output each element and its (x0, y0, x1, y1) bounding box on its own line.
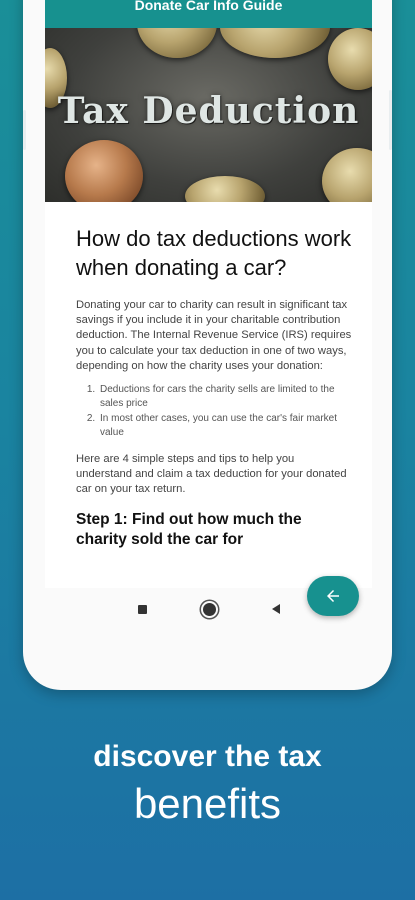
hero-image-text: Tax Deduction (57, 90, 360, 132)
article-intro: Donating your car to charity can result … (76, 299, 352, 372)
coin-image (220, 28, 330, 58)
list-item: In most other cases, you can use the car… (98, 412, 352, 439)
deduction-list: Deductions for cars the charity sells ar… (98, 383, 352, 439)
article-content: How do tax deductions work when donating… (45, 202, 372, 550)
phone-side-button (389, 90, 392, 150)
app-bar-title: Donate Car Info Guide (45, 0, 372, 28)
step-heading: Step 1: Find out how much the charity so… (76, 510, 302, 548)
square-recents-icon[interactable] (137, 604, 147, 614)
coin-image (322, 148, 372, 202)
back-fab-button[interactable] (307, 576, 359, 616)
phone-side-button (23, 110, 26, 150)
app-screen: Donate Car Info Guide Tax Deduction How … (45, 0, 372, 588)
arrow-left-icon (327, 590, 339, 602)
list-item: Deductions for cars the charity sells ar… (98, 383, 352, 410)
article-title: How do tax deductions work when donating… (76, 226, 352, 280)
steps-intro: Here are 4 simple steps and tips to help… (76, 453, 347, 496)
hero-image: Tax Deduction (45, 28, 372, 202)
coin-image (328, 28, 372, 90)
triangle-back-icon[interactable] (271, 604, 280, 614)
coin-image (185, 176, 265, 202)
coin-image (137, 28, 217, 58)
circle-home-icon[interactable] (202, 602, 216, 616)
coin-image (65, 140, 143, 202)
promo-caption-line1: discover the tax (93, 740, 322, 773)
promo-caption-line2: benefits (133, 780, 282, 827)
